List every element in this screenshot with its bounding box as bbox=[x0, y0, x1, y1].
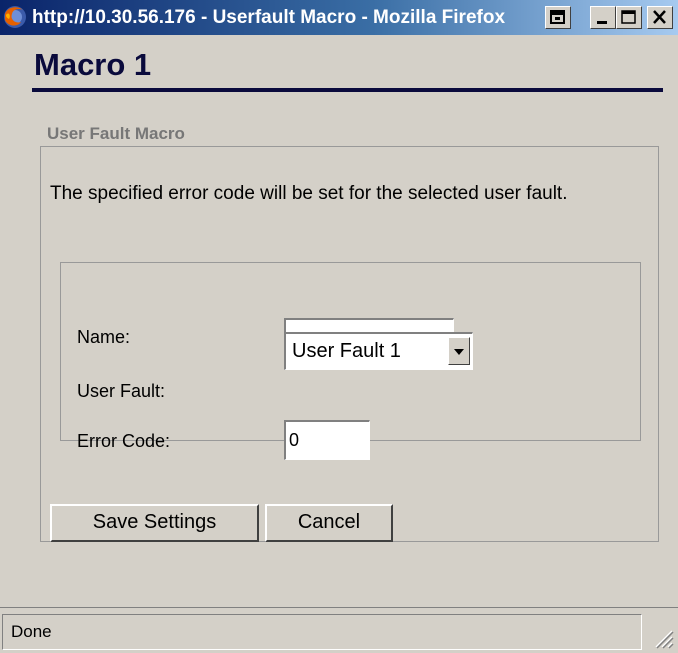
fieldset-legend: User Fault Macro bbox=[47, 124, 185, 143]
description-text: The specified error code will be set for… bbox=[50, 183, 568, 204]
user-fault-selected-value: User Fault 1 bbox=[292, 340, 401, 362]
status-pane: Done bbox=[2, 614, 642, 650]
save-settings-button[interactable]: Save Settings bbox=[50, 504, 259, 542]
firefox-icon bbox=[4, 6, 26, 28]
user-fault-select[interactable]: User Fault 1 bbox=[284, 332, 473, 370]
minimize-icon bbox=[597, 21, 607, 24]
dropdown-button[interactable] bbox=[448, 337, 470, 365]
title-bar[interactable]: http://10.30.56.176 - Userfault Macro - … bbox=[0, 0, 678, 35]
popup-icon bbox=[550, 10, 565, 24]
page-title: Macro 1 bbox=[34, 47, 152, 82]
chevron-down-icon bbox=[454, 349, 464, 355]
window-title: http://10.30.56.176 - Userfault Macro - … bbox=[32, 7, 506, 28]
close-button[interactable] bbox=[647, 6, 673, 29]
maximize-icon bbox=[621, 10, 636, 24]
status-text: Done bbox=[11, 622, 52, 641]
resize-grip-icon[interactable] bbox=[652, 627, 674, 649]
status-bar: Done bbox=[0, 607, 678, 653]
user-fault-label: User Fault: bbox=[77, 381, 166, 401]
maximize-button[interactable] bbox=[616, 6, 642, 29]
browser-window: http://10.30.56.176 - Userfault Macro - … bbox=[0, 0, 678, 653]
minimize-button[interactable] bbox=[590, 6, 616, 29]
close-icon bbox=[653, 10, 666, 24]
title-divider bbox=[32, 88, 663, 92]
error-code-label: Error Code: bbox=[77, 431, 171, 451]
error-code-input[interactable] bbox=[284, 420, 370, 460]
popup-button[interactable] bbox=[545, 6, 571, 29]
name-label: Name: bbox=[77, 327, 131, 347]
cancel-button[interactable]: Cancel bbox=[265, 504, 393, 542]
